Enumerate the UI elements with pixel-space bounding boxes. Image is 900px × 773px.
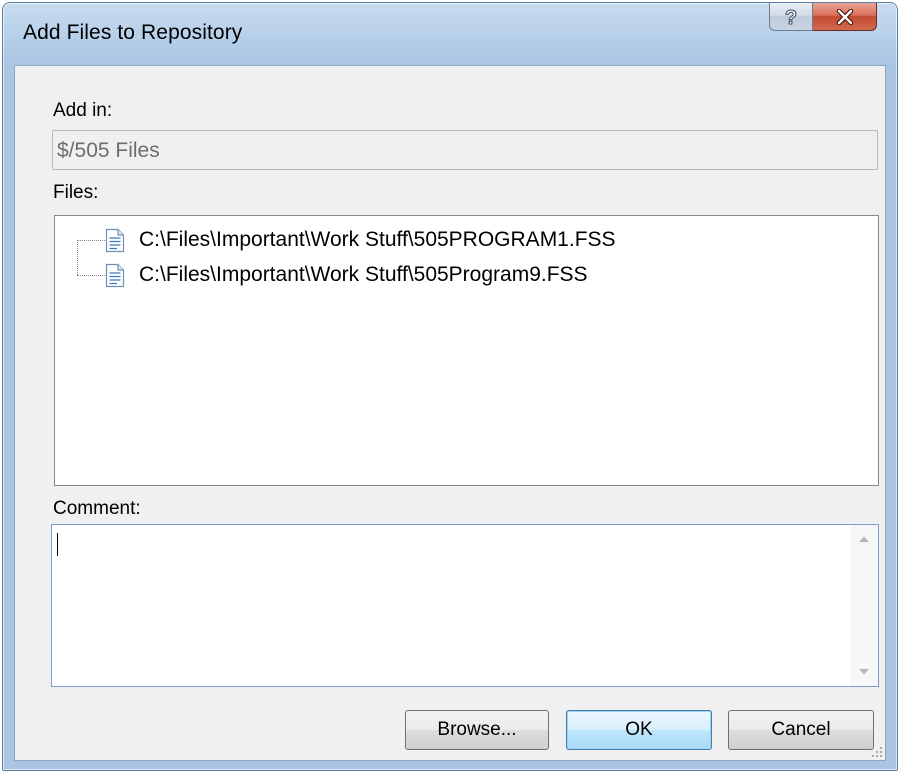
comment-textarea[interactable] <box>51 524 879 687</box>
file-item[interactable]: C:\Files\Important\Work Stuff\505Program… <box>105 260 588 290</box>
arrow-up-icon <box>859 536 869 542</box>
help-question-icon: ? <box>784 6 797 28</box>
comment-scrollbar[interactable] <box>850 525 878 686</box>
add-in-label: Add in: <box>53 100 113 121</box>
tree-connector <box>77 240 105 241</box>
text-caret <box>57 533 58 556</box>
close-x-icon <box>836 8 853 25</box>
files-tree[interactable]: C:\Files\Important\Work Stuff\505PROGRAM… <box>54 215 879 486</box>
add-in-field: $/505 Files <box>52 130 878 170</box>
dialog-window: Add Files to Repository ? Add in: $/505 … <box>2 2 898 771</box>
ok-button[interactable]: OK <box>566 710 712 750</box>
resize-grip-icon[interactable] <box>869 744 883 758</box>
close-button[interactable] <box>813 3 877 31</box>
window-title: Add Files to Repository <box>23 21 243 44</box>
tree-connector <box>77 275 105 276</box>
files-label: Files: <box>53 182 99 203</box>
dialog-body: Add in: $/505 Files Files: C:\Files\Impo… <box>14 65 886 761</box>
document-icon <box>105 263 125 287</box>
cancel-button[interactable]: Cancel <box>728 710 874 750</box>
svg-text:?: ? <box>785 7 797 28</box>
comment-label: Comment: <box>53 498 141 519</box>
help-button[interactable]: ? <box>769 3 813 31</box>
file-path: C:\Files\Important\Work Stuff\505PROGRAM… <box>139 228 616 251</box>
file-item[interactable]: C:\Files\Important\Work Stuff\505PROGRAM… <box>105 225 616 255</box>
browse-button[interactable]: Browse... <box>405 710 549 750</box>
title-bar[interactable]: Add Files to Repository ? <box>3 3 897 65</box>
title-bar-buttons: ? <box>769 3 877 31</box>
document-icon <box>105 228 125 252</box>
file-path: C:\Files\Important\Work Stuff\505Program… <box>139 263 588 286</box>
tree-connector <box>77 240 78 275</box>
scroll-up-button[interactable] <box>850 525 878 553</box>
arrow-down-icon <box>859 669 869 675</box>
scroll-down-button[interactable] <box>850 658 878 686</box>
